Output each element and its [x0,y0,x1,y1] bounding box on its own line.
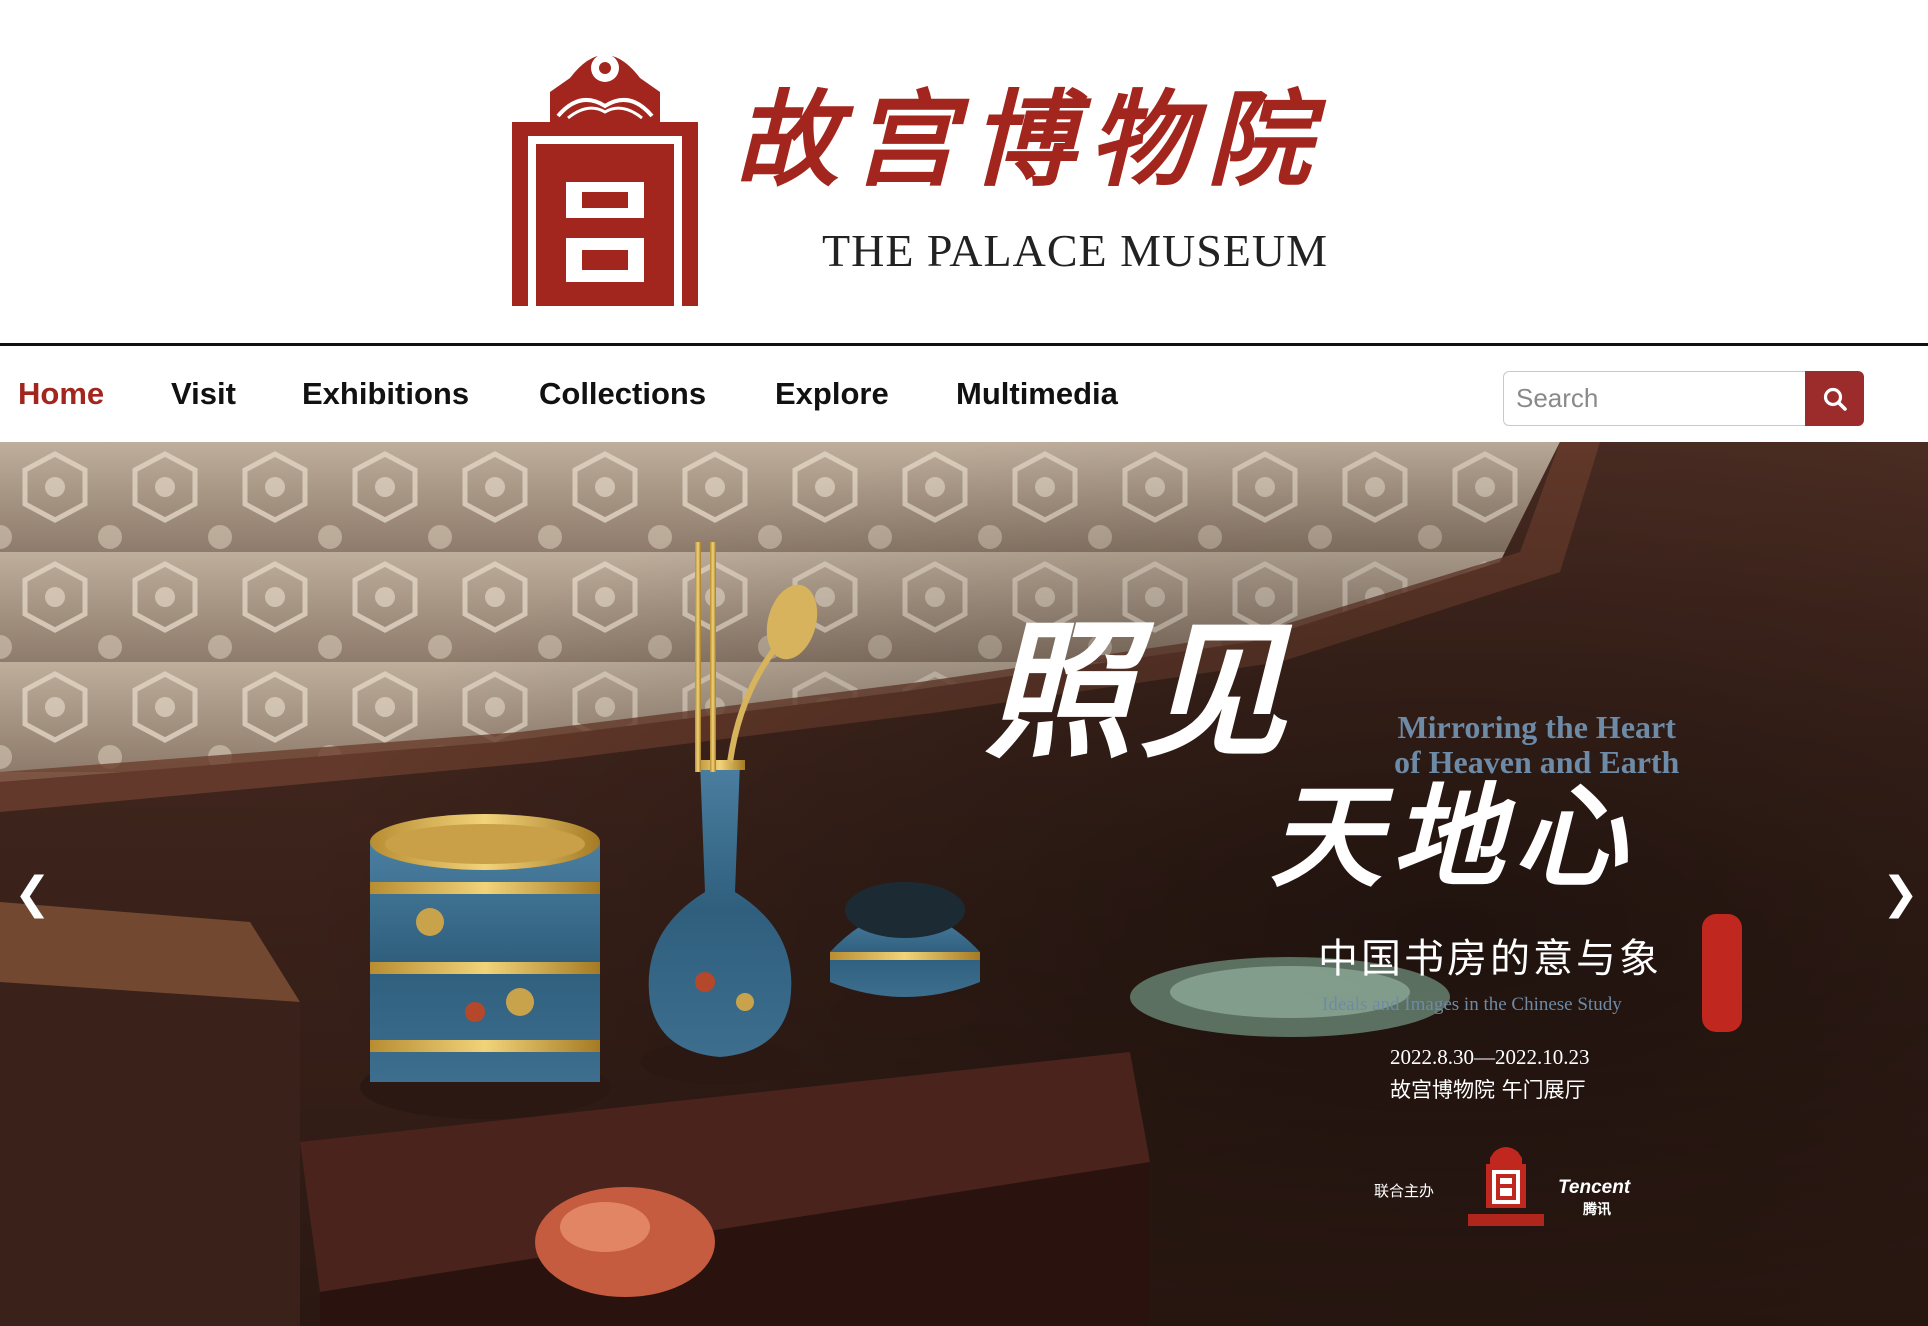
nav-item-visit[interactable]: Visit [171,376,236,412]
exhibition-seal-icon [1702,914,1742,1032]
hero-title-english: Mirroring the Heart of Heaven and Earth [1394,710,1679,780]
site-header: 故宫博物院 THE PALACE MUSEUM [0,0,1928,346]
cohost-label: 联合主办 [1374,1182,1435,1200]
tencent-logo-english: Tencent [1558,1177,1631,1198]
carousel-next-button[interactable]: ❯ [1882,872,1919,916]
nav-item-home[interactable]: Home [18,376,104,412]
carousel-prev-button[interactable]: ❮ [14,872,51,916]
logo-chinese-name: 故宫博物院 [735,78,1326,201]
search-icon [1823,387,1847,411]
nav-item-explore[interactable]: Explore [775,376,889,412]
exhibition-dates: 2022.8.30—2022.10.23 [1390,1045,1590,1069]
palace-museum-logo-icon[interactable] [510,32,700,306]
nav-item-multimedia[interactable]: Multimedia [956,376,1118,412]
hero-background-image [0,442,1928,1326]
hero-title-english-line1: Mirroring the Heart [1397,709,1676,745]
hero-title-chinese-line2: 天地心 [1270,772,1636,903]
hero-subtitle-chinese: 中国书房的意与象 [1318,936,1662,982]
logo-english-name: THE PALACE MUSEUM [822,225,1329,276]
palace-museum-sponsor-logo-icon [1468,1147,1544,1226]
search-button[interactable] [1805,371,1864,426]
search-input[interactable] [1503,371,1805,426]
nav-item-collections[interactable]: Collections [539,376,706,412]
hero-title-chinese-line1: 照见 [985,604,1293,778]
hero-subtitle-english: Ideals and Images in the Chinese Study [1322,994,1622,1015]
hero-title-english-line2: of Heaven and Earth [1394,744,1680,780]
hero-banner[interactable]: 照见 天地心 Mirroring the Heart of Heaven and… [0,442,1928,1326]
tencent-logo-chinese: 腾讯 [1583,1202,1611,1218]
exhibition-venue: 故宫博物院 午门展厅 [1390,1078,1586,1102]
main-navigation: Home Visit Exhibitions Collections Explo… [0,346,1928,442]
nav-item-exhibitions[interactable]: Exhibitions [302,376,469,412]
